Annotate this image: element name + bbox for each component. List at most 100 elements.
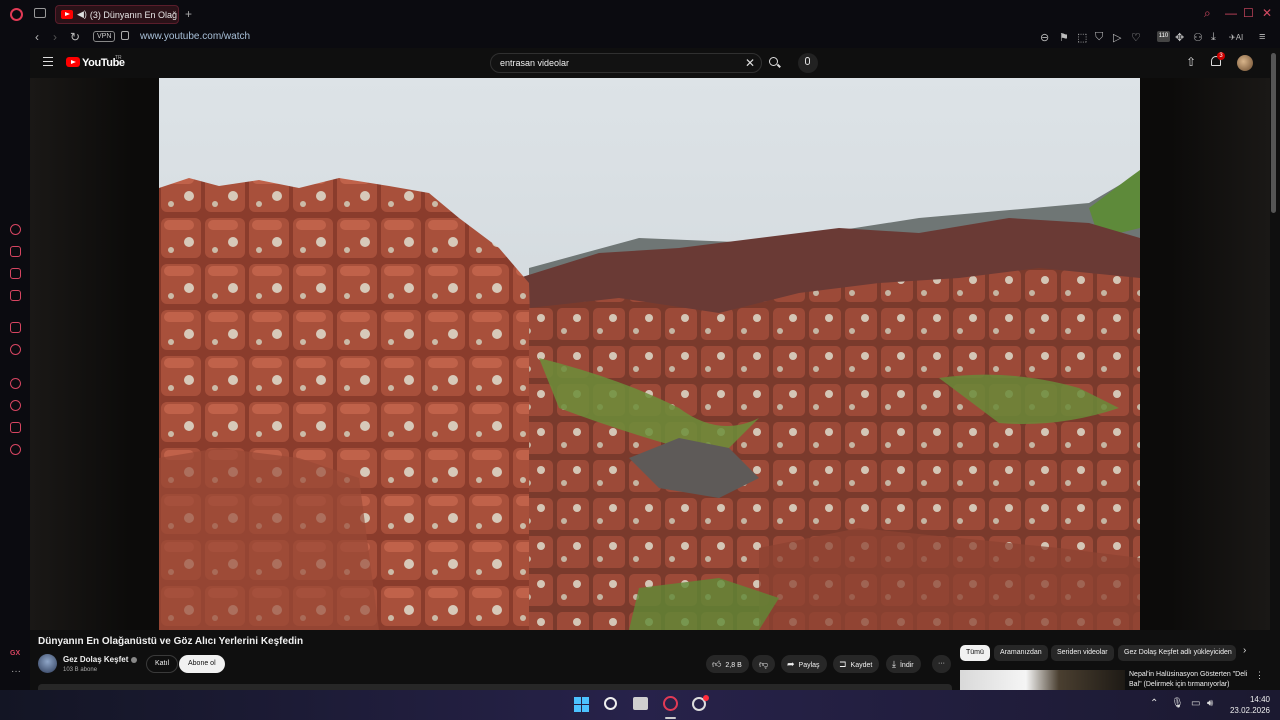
- chip-from-search[interactable]: Aramanızdan: [994, 645, 1048, 661]
- ai-button[interactable]: ✈AI: [1229, 33, 1243, 42]
- new-tab-button[interactable]: +: [185, 7, 192, 21]
- start-icon[interactable]: [574, 697, 589, 712]
- thumbs-up-icon: 👍︎: [712, 659, 722, 669]
- clock-time: 14:40: [1249, 695, 1270, 704]
- shield-icon[interactable]: ⛉: [1095, 31, 1103, 44]
- easy-setup-icon[interactable]: ≡: [1259, 31, 1265, 43]
- file-explorer-icon[interactable]: [633, 697, 648, 710]
- dislike-button[interactable]: 👎︎: [752, 655, 776, 673]
- search-button[interactable]: [764, 53, 784, 73]
- tab-title: (3) Dünyanın En Olağ: [89, 9, 177, 20]
- messenger-icon[interactable]: [10, 290, 21, 301]
- lock-icon[interactable]: [121, 31, 129, 40]
- bookmark-save-icon: ⊐: [839, 659, 847, 669]
- youtube-page: YouTube TR entrasan videolar ✕ ⇧ 3 Dünya…: [30, 48, 1280, 690]
- share-icon: ➦: [787, 659, 795, 669]
- region-code: TR: [115, 55, 122, 61]
- close-window-button[interactable]: ✕: [1262, 6, 1272, 20]
- voice-search-button[interactable]: [798, 53, 818, 73]
- join-button[interactable]: Katıl: [146, 655, 179, 673]
- maximize-button[interactable]: ☐: [1243, 6, 1254, 20]
- subscribe-button[interactable]: Abone ol: [179, 655, 225, 673]
- page-scrollbar[interactable]: [1271, 53, 1276, 213]
- search-query[interactable]: entrasan videolar: [500, 58, 569, 68]
- speaker-icon[interactable]: ◀): [77, 9, 87, 20]
- video-title: Dünyanın En Olağanüstü ve Göz Alıcı Yerl…: [38, 636, 304, 647]
- search-input[interactable]: entrasan videolar ✕: [490, 53, 762, 73]
- thumbs-down-icon: 👎︎: [759, 659, 769, 669]
- taskbar-search-icon[interactable]: [604, 697, 617, 710]
- chip-uploader[interactable]: Gez Dolaş Keşfet adlı yükleyiciden: [1118, 645, 1236, 661]
- clock[interactable]: 14:40 23.02.2026: [1228, 694, 1270, 716]
- recommended-title[interactable]: Nepal'in Halüsinasyon Gösterten "Deli Bal…: [1129, 670, 1251, 690]
- tab-strip: ◀) (3) Dünyanın En Olağ + ⌕ — ☐ ✕: [0, 0, 1280, 28]
- player-sidebar-icon[interactable]: [10, 378, 21, 389]
- mic-icon: [805, 57, 810, 65]
- volume-icon[interactable]: 🔊︎: [1207, 698, 1213, 709]
- like-button[interactable]: 👍︎ 2,8 B: [706, 655, 749, 673]
- minimize-button[interactable]: —: [1225, 6, 1237, 20]
- mic-tray-icon[interactable]: 🎙︎: [1171, 698, 1184, 709]
- channel-avatar[interactable]: [38, 654, 57, 673]
- player-icon[interactable]: ▷: [1113, 31, 1121, 44]
- forward-button[interactable]: ›: [53, 30, 57, 44]
- address-bar: ‹ › ↻ VPN www.youtube.com/watch ⊖ ⚑ ⬚ ⛉ …: [0, 28, 1280, 48]
- chips-next-icon[interactable]: ›: [1243, 645, 1246, 656]
- download-icon[interactable]: ⤓: [1211, 31, 1216, 44]
- account-avatar[interactable]: [1237, 55, 1253, 71]
- recommended-more-icon[interactable]: ⋮: [1255, 670, 1264, 681]
- share-button[interactable]: ➦ Paylaş: [781, 655, 827, 673]
- extensions-sidebar-icon[interactable]: [10, 422, 21, 433]
- save-button[interactable]: ⊐ Kaydet: [833, 655, 880, 673]
- tab-search-icon[interactable]: ⌕: [1204, 6, 1211, 21]
- gx-corner-icon[interactable]: [10, 246, 21, 257]
- settings-icon[interactable]: [10, 444, 21, 455]
- download-button[interactable]: ⤓ İndir: [886, 655, 921, 673]
- gx-control-icon[interactable]: [10, 224, 21, 235]
- taskbar: ⌃ 🎙︎ ▭ 🔊︎ 14:40 23.02.2026: [0, 690, 1280, 720]
- channel-name[interactable]: Gez Dolaş Keşfet: [63, 655, 138, 664]
- ublock-icon[interactable]: [10, 344, 21, 355]
- opera-taskbar-icon[interactable]: [663, 696, 678, 711]
- history-icon[interactable]: [10, 400, 21, 411]
- search-icon: [769, 57, 778, 66]
- opera-menu-icon[interactable]: [10, 8, 23, 21]
- youtube-logo-icon[interactable]: [66, 57, 80, 67]
- network-icon[interactable]: ▭: [1191, 698, 1200, 709]
- create-icon[interactable]: ⇧: [1186, 55, 1196, 69]
- video-player[interactable]: [30, 78, 1270, 630]
- extension-badge[interactable]: 110: [1157, 31, 1170, 42]
- menu-icon[interactable]: [43, 57, 53, 66]
- gx-label[interactable]: GX: [10, 650, 20, 657]
- vpn-badge[interactable]: VPN: [93, 31, 116, 42]
- browser-sidebar: GX ···: [0, 48, 30, 690]
- video-frame[interactable]: [159, 78, 1140, 630]
- download-arrow-icon: ⤓: [892, 659, 896, 669]
- zoom-icon[interactable]: ⊖: [1040, 31, 1049, 44]
- clear-search-icon[interactable]: ✕: [745, 56, 755, 70]
- url-field[interactable]: www.youtube.com/watch: [140, 31, 250, 42]
- verified-icon: [131, 656, 138, 663]
- sidebar-more-icon[interactable]: ···: [11, 666, 21, 677]
- tab-youtube[interactable]: ◀) (3) Dünyanın En Olağ: [55, 5, 179, 24]
- notification-badge: 3: [1217, 52, 1225, 60]
- profile-icon[interactable]: ⚇: [1193, 31, 1203, 44]
- more-actions-button[interactable]: ···: [932, 655, 951, 673]
- active-app-indicator: [665, 717, 676, 719]
- tray-expand-icon[interactable]: ⌃: [1150, 698, 1158, 709]
- back-button[interactable]: ‹: [35, 30, 39, 44]
- extensions-icon[interactable]: ✥: [1175, 31, 1184, 44]
- workspaces-icon[interactable]: [34, 8, 46, 18]
- notification-dot: [703, 695, 709, 701]
- youtube-favicon-icon: [61, 10, 73, 19]
- snapshot-icon[interactable]: ⬚: [1077, 31, 1087, 44]
- reload-button[interactable]: ↻: [70, 30, 80, 44]
- recommended-thumbnail[interactable]: [960, 670, 1125, 690]
- chip-all[interactable]: Tümü: [960, 645, 990, 661]
- subscriber-count: 103 B abone: [63, 667, 98, 673]
- heart-icon[interactable]: ♡: [1131, 31, 1141, 44]
- bookmark-icon[interactable]: ⚑: [1059, 31, 1069, 44]
- news-icon[interactable]: [10, 268, 21, 279]
- twitch-icon[interactable]: [10, 322, 21, 333]
- chip-series[interactable]: Seriden videolar: [1051, 645, 1114, 661]
